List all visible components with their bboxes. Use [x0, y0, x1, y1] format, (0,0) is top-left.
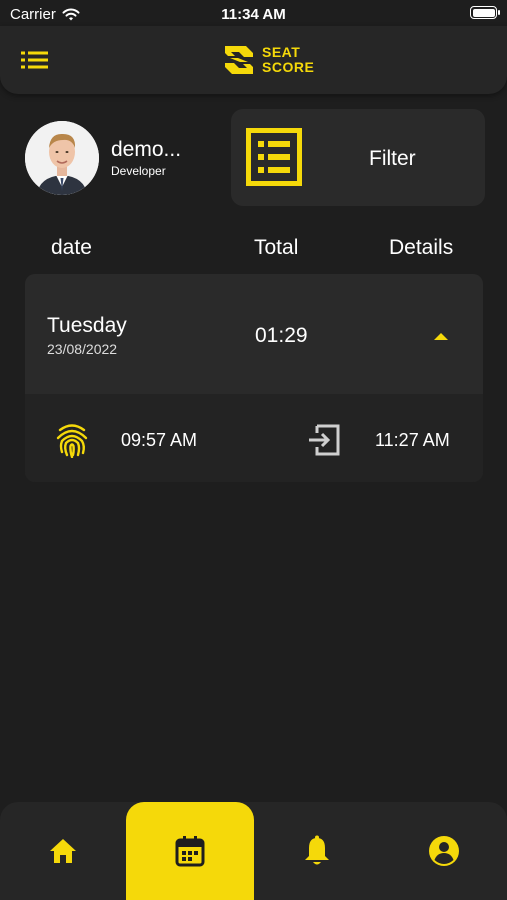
exit-to-app-icon	[309, 424, 340, 456]
avatar-photo	[25, 121, 99, 195]
app-header: SEAT SCORE	[0, 26, 507, 94]
list-alt-icon	[246, 128, 302, 186]
user-role: Developer	[111, 164, 166, 178]
profile-text: demo... Developer	[111, 138, 181, 178]
nav-notifications[interactable]	[254, 802, 380, 900]
logo-line-1: SEAT	[262, 44, 301, 60]
column-date: date	[51, 236, 92, 259]
bottom-navigation	[0, 802, 507, 900]
nav-home[interactable]	[0, 802, 126, 900]
logo-line-2: SCORE	[262, 59, 315, 75]
column-total: Total	[254, 236, 299, 259]
battery-level	[472, 8, 495, 17]
day-date: 23/08/2022	[47, 341, 118, 357]
avatar	[25, 121, 99, 195]
filter-button[interactable]: Filter	[231, 109, 485, 206]
menu-button[interactable]	[20, 50, 50, 70]
user-name: demo...	[111, 138, 182, 161]
filter-label: Filter	[369, 147, 416, 170]
day-summary-row[interactable]: Tuesday 23/08/2022 01:29	[25, 274, 483, 394]
check-out-time: 11:27 AM	[375, 430, 450, 450]
status-time: 11:34 AM	[221, 6, 286, 23]
chevron-up-icon[interactable]	[431, 329, 451, 343]
calendar-icon	[175, 836, 205, 867]
user-profile[interactable]: demo... Developer	[25, 121, 181, 195]
app-logo: SEAT SCORE	[222, 44, 314, 76]
logo-text: SEAT SCORE	[262, 45, 314, 75]
day-total: 01:29	[255, 324, 308, 347]
attendance-day-card: Tuesday 23/08/2022 01:29 09:57 AM 11:27 …	[25, 274, 483, 482]
list-icon	[21, 51, 48, 69]
fingerprint-icon	[56, 424, 88, 458]
account-circle-icon	[428, 836, 459, 866]
attendance-entry-row: 09:57 AM 11:27 AM	[25, 394, 483, 482]
nav-profile[interactable]	[380, 802, 507, 900]
home-icon	[50, 839, 76, 863]
bell-icon	[305, 835, 329, 865]
battery-icon	[470, 6, 500, 19]
column-details: Details	[389, 236, 454, 259]
day-name: Tuesday	[47, 314, 127, 337]
nav-calendar[interactable]	[126, 802, 254, 900]
seat-score-logo-icon	[225, 46, 253, 74]
check-in-time: 09:57 AM	[121, 430, 198, 450]
